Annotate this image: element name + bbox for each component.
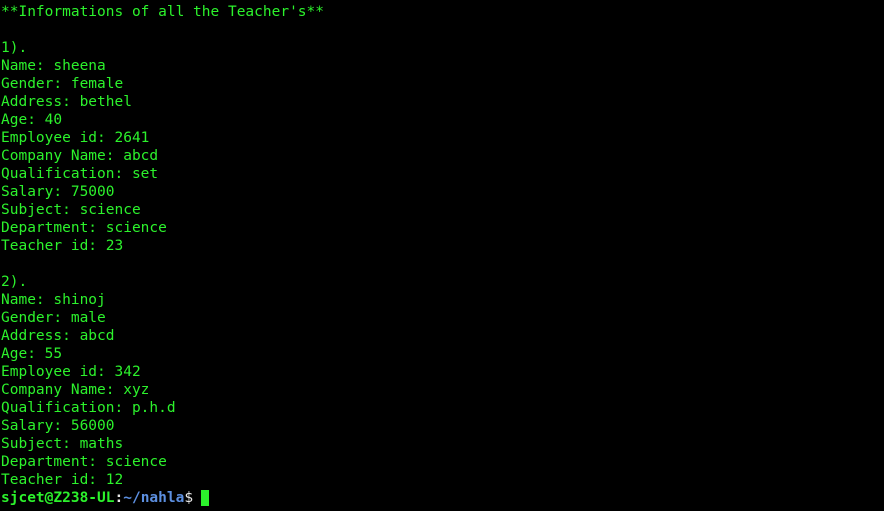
teacher-record-1: 1). Name: sheena Gender: female Address:…	[1, 39, 884, 255]
record-age: Age: 40	[1, 112, 63, 128]
record-company-name: Company Name: xyz	[1, 382, 150, 398]
terminal-window[interactable]: **Informations of all the Teacher's** 1)…	[0, 0, 884, 511]
record-name: Name: sheena	[1, 58, 106, 74]
record-employee-id: Employee id: 342	[1, 364, 141, 380]
record-name: Name: shinoj	[1, 292, 106, 308]
record-gender: Gender: female	[1, 76, 124, 92]
output-header: **Informations of all the Teacher's**	[1, 4, 325, 20]
record-teacher-id: Teacher id: 12	[1, 472, 124, 488]
prompt-symbol: $	[184, 490, 194, 506]
text-cursor[interactable]	[201, 490, 210, 506]
record-employee-id: Employee id: 2641	[1, 130, 150, 146]
prompt-colon: :	[114, 490, 124, 506]
record-address: Address: abcd	[1, 328, 115, 344]
record-salary: Salary: 56000	[1, 418, 115, 434]
prompt-path: ~/nahla	[123, 490, 185, 506]
record-index: 1).	[1, 40, 28, 56]
record-teacher-id: Teacher id: 23	[1, 238, 124, 254]
teacher-record-2: 2). Name: shinoj Gender: male Address: a…	[1, 273, 884, 489]
record-subject: Subject: science	[1, 202, 141, 218]
record-subject: Subject: maths	[1, 436, 124, 452]
record-address: Address: bethel	[1, 94, 132, 110]
record-salary: Salary: 75000	[1, 184, 115, 200]
record-company-name: Company Name: abcd	[1, 148, 159, 164]
shell-prompt[interactable]: sjcet@Z238-UL: ~/nahla $	[1, 489, 884, 507]
record-age: Age: 55	[1, 346, 63, 362]
record-index: 2).	[1, 274, 28, 290]
record-department: Department: science	[1, 220, 167, 236]
record-department: Department: science	[1, 454, 167, 470]
prompt-user-host: sjcet@Z238-UL	[1, 490, 115, 506]
record-gender: Gender: male	[1, 310, 106, 326]
record-qualification: Qualification: set	[1, 166, 159, 182]
record-qualification: Qualification: p.h.d	[1, 400, 176, 416]
